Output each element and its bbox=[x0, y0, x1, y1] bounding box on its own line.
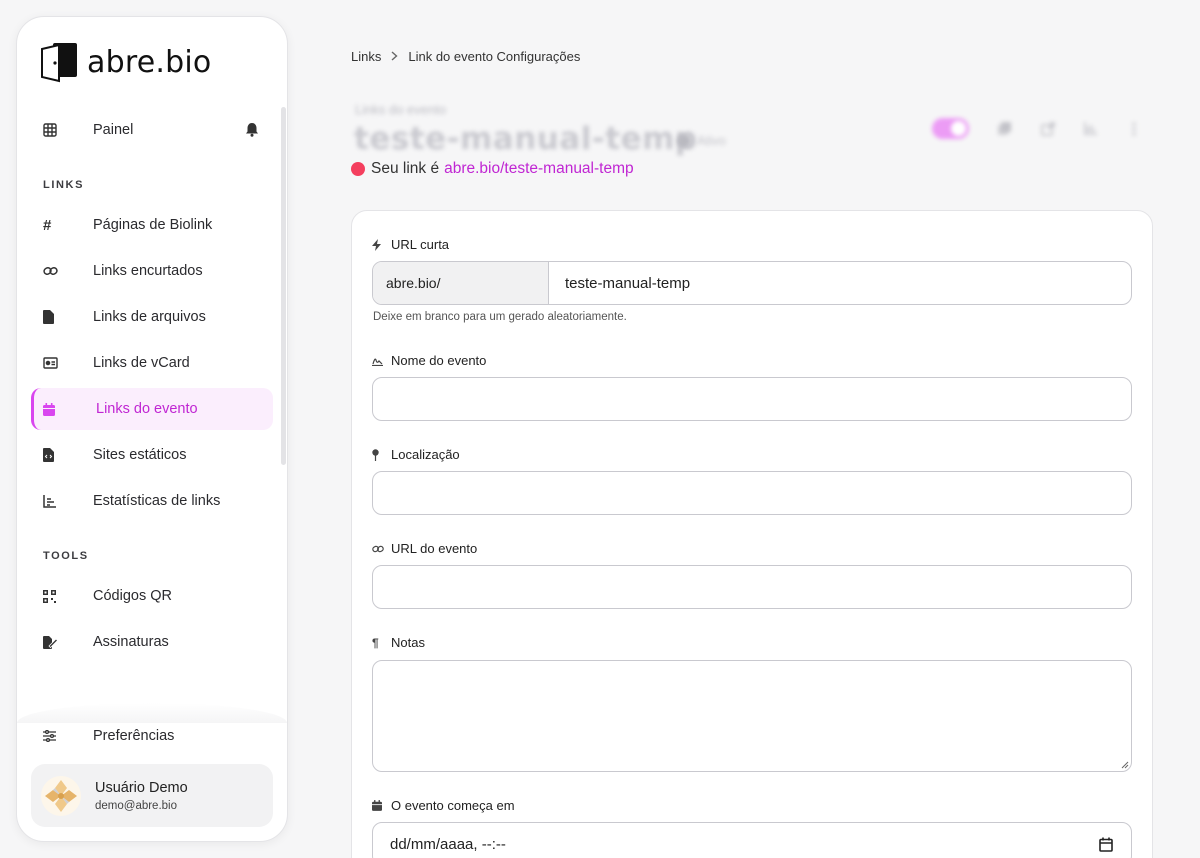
event-name-label: Nome do evento bbox=[372, 353, 486, 368]
user-name: Usuário Demo bbox=[95, 779, 188, 796]
page-title: teste-manual-temp bbox=[354, 121, 698, 157]
sidebar-item-label: Assinaturas bbox=[93, 634, 169, 650]
location-label-text: Localização bbox=[391, 447, 460, 462]
avatar bbox=[41, 775, 81, 816]
start-date-input[interactable]: dd/mm/aaaa, --:-- bbox=[372, 822, 1132, 858]
sidebar-item-event-links[interactable]: Links do evento bbox=[31, 388, 273, 430]
bolt-icon bbox=[372, 238, 384, 251]
link-url[interactable]: abre.bio/teste-manual-temp bbox=[444, 160, 634, 178]
signature-icon bbox=[372, 356, 384, 366]
file-icon bbox=[31, 310, 93, 324]
link-icon bbox=[31, 265, 93, 277]
section-label-tools: TOOLS bbox=[43, 550, 89, 562]
hash-icon: # bbox=[43, 216, 52, 234]
sidebar-item-biolink[interactable]: # Páginas de Biolink bbox=[31, 204, 273, 246]
sidebar-item-label: Links encurtados bbox=[93, 263, 203, 279]
calendar-picker-icon[interactable] bbox=[1099, 837, 1113, 856]
sidebar-item-label: Links de vCard bbox=[93, 355, 190, 371]
calendar-icon bbox=[372, 800, 384, 811]
external-link-icon[interactable] bbox=[1041, 121, 1055, 136]
event-name-label-text: Nome do evento bbox=[391, 353, 487, 368]
sidebar-item-file-links[interactable]: Links de arquivos bbox=[31, 296, 273, 338]
sidebar-item-label: Painel bbox=[93, 122, 134, 138]
copy-icon[interactable] bbox=[998, 121, 1012, 136]
sidebar: abre.bio Painel LINKS # Páginas de Bioli… bbox=[16, 16, 288, 842]
map-pin-icon bbox=[372, 448, 384, 461]
signature-icon bbox=[31, 635, 93, 649]
notes-textarea[interactable] bbox=[372, 660, 1132, 772]
resize-handle-icon[interactable] bbox=[1121, 761, 1129, 769]
header-toolbar bbox=[932, 118, 1141, 139]
sidebar-item-qr-codes[interactable]: Códigos QR bbox=[31, 575, 273, 617]
link-prefix: Seu link é bbox=[371, 160, 440, 177]
id-card-icon bbox=[31, 357, 93, 369]
user-card[interactable]: Usuário Demo demo@abre.bio bbox=[31, 764, 273, 827]
sidebar-item-label: Preferências bbox=[93, 728, 175, 744]
sidebar-item-signatures[interactable]: Assinaturas bbox=[31, 621, 273, 663]
link-info: Seu link é abre.bio/teste-manual-temp bbox=[351, 160, 634, 178]
short-url-input[interactable]: teste-manual-temp bbox=[549, 262, 1131, 304]
breadcrumb-current: Link do evento Configurações bbox=[408, 48, 581, 64]
section-label-links: LINKS bbox=[43, 179, 84, 191]
short-url-help: Deixe em branco para um gerado aleatoria… bbox=[373, 311, 627, 323]
location-label: Localização bbox=[372, 447, 460, 462]
chevron-right-icon bbox=[391, 48, 398, 64]
sidebar-scrollbar[interactable] bbox=[281, 107, 286, 465]
sidebar-item-static-sites[interactable]: Sites estáticos bbox=[31, 434, 273, 476]
event-name-input[interactable] bbox=[372, 377, 1132, 421]
start-date-label-text: O evento começa em bbox=[391, 798, 515, 813]
door-logo-icon bbox=[41, 43, 77, 83]
sidebar-item-link-stats[interactable]: Estatísticas de links bbox=[31, 480, 273, 522]
short-url-label-text: URL curta bbox=[391, 237, 450, 252]
more-vertical-icon[interactable] bbox=[1127, 122, 1141, 136]
sidebar-item-short-links[interactable]: Links encurtados bbox=[31, 250, 273, 292]
event-url-input[interactable] bbox=[372, 565, 1132, 609]
status-dot-icon bbox=[351, 162, 365, 176]
paragraph-icon: ¶ bbox=[372, 635, 379, 650]
short-url-input-group: abre.bio/ teste-manual-temp bbox=[372, 261, 1132, 305]
logo-text: abre.bio bbox=[87, 44, 212, 80]
grid-icon bbox=[31, 123, 93, 137]
link-icon bbox=[372, 544, 384, 554]
logo[interactable]: abre.bio bbox=[39, 41, 211, 83]
status-badge: Ativo bbox=[677, 133, 726, 148]
event-url-label-text: URL do evento bbox=[391, 541, 478, 556]
sidebar-item-label: Estatísticas de links bbox=[93, 493, 221, 509]
chart-icon[interactable] bbox=[1084, 121, 1098, 136]
bell-icon[interactable] bbox=[245, 122, 259, 141]
page-subtitle: Links do evento bbox=[355, 102, 447, 117]
sidebar-item-vcard-links[interactable]: Links de vCard bbox=[31, 342, 273, 384]
event-url-label: URL do evento bbox=[372, 541, 477, 556]
sidebar-item-label: Códigos QR bbox=[93, 588, 172, 604]
sidebar-item-preferences[interactable]: Preferências bbox=[31, 715, 273, 757]
breadcrumb: Links Link do evento Configurações bbox=[351, 48, 580, 64]
sidebar-item-label: Páginas de Biolink bbox=[93, 217, 213, 233]
user-email: demo@abre.bio bbox=[95, 799, 177, 812]
short-url-label: URL curta bbox=[372, 237, 449, 252]
breadcrumb-links[interactable]: Links bbox=[351, 49, 381, 64]
sidebar-item-label: Sites estáticos bbox=[93, 447, 187, 463]
notes-label: ¶ Notas bbox=[372, 635, 425, 650]
sidebar-item-label: Links do evento bbox=[96, 401, 198, 417]
start-date-label: O evento começa em bbox=[372, 798, 515, 813]
event-link-form: URL curta abre.bio/ teste-manual-temp De… bbox=[351, 210, 1153, 858]
status-dot-icon bbox=[677, 133, 691, 148]
sidebar-item-label: Links de arquivos bbox=[93, 309, 206, 325]
notes-label-text: Notas bbox=[391, 635, 425, 650]
chart-icon bbox=[31, 494, 93, 508]
location-input[interactable] bbox=[372, 471, 1132, 515]
sliders-icon bbox=[31, 730, 93, 742]
start-date-value: dd/mm/aaaa, --:-- bbox=[390, 835, 506, 853]
status-label: Ativo bbox=[697, 133, 726, 148]
sidebar-item-painel[interactable]: Painel bbox=[31, 109, 273, 151]
file-code-icon bbox=[31, 448, 93, 462]
short-url-prefix: abre.bio/ bbox=[373, 262, 549, 304]
active-toggle[interactable] bbox=[932, 118, 969, 139]
qr-icon bbox=[31, 589, 93, 603]
calendar-icon bbox=[34, 402, 96, 416]
